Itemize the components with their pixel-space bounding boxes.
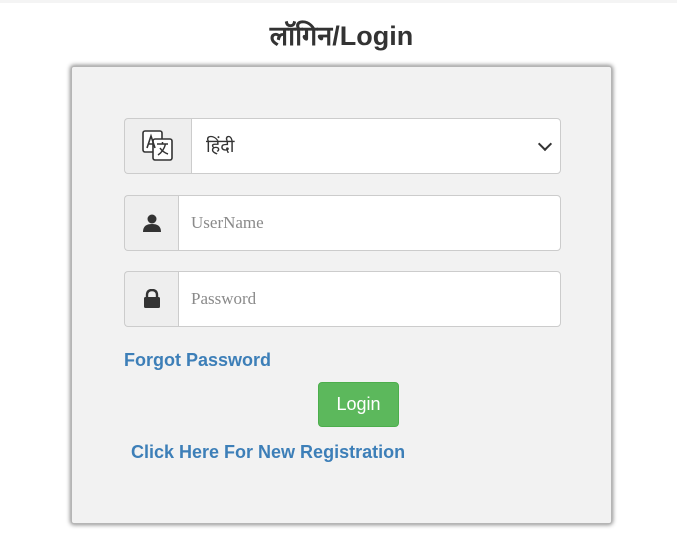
username-input[interactable] [189,212,560,234]
username-input-wrapper[interactable] [178,195,561,251]
language-select[interactable]: हिंदी [124,118,561,174]
forgot-password-link[interactable]: Forgot Password [124,350,271,371]
translate-icon [142,130,173,161]
login-panel: हिंदी Forgot Password Login Click Here F… [71,66,612,524]
username-addon [124,195,178,251]
password-field-group [124,271,561,327]
username-field-group [124,195,561,251]
language-addon [124,118,191,174]
language-selected-value: हिंदी [206,136,235,157]
lock-icon [143,289,160,308]
password-input[interactable] [189,288,560,310]
top-rule [0,0,677,3]
password-addon [124,271,178,327]
language-dropdown[interactable]: हिंदी [191,118,561,174]
password-input-wrapper[interactable] [178,271,561,327]
user-icon [142,214,161,232]
page-title: लॉगिन/Login [269,21,414,51]
new-registration-link[interactable]: Click Here For New Registration [131,442,405,463]
chevron-down-icon[interactable] [537,136,553,152]
login-button[interactable]: Login [318,382,399,427]
